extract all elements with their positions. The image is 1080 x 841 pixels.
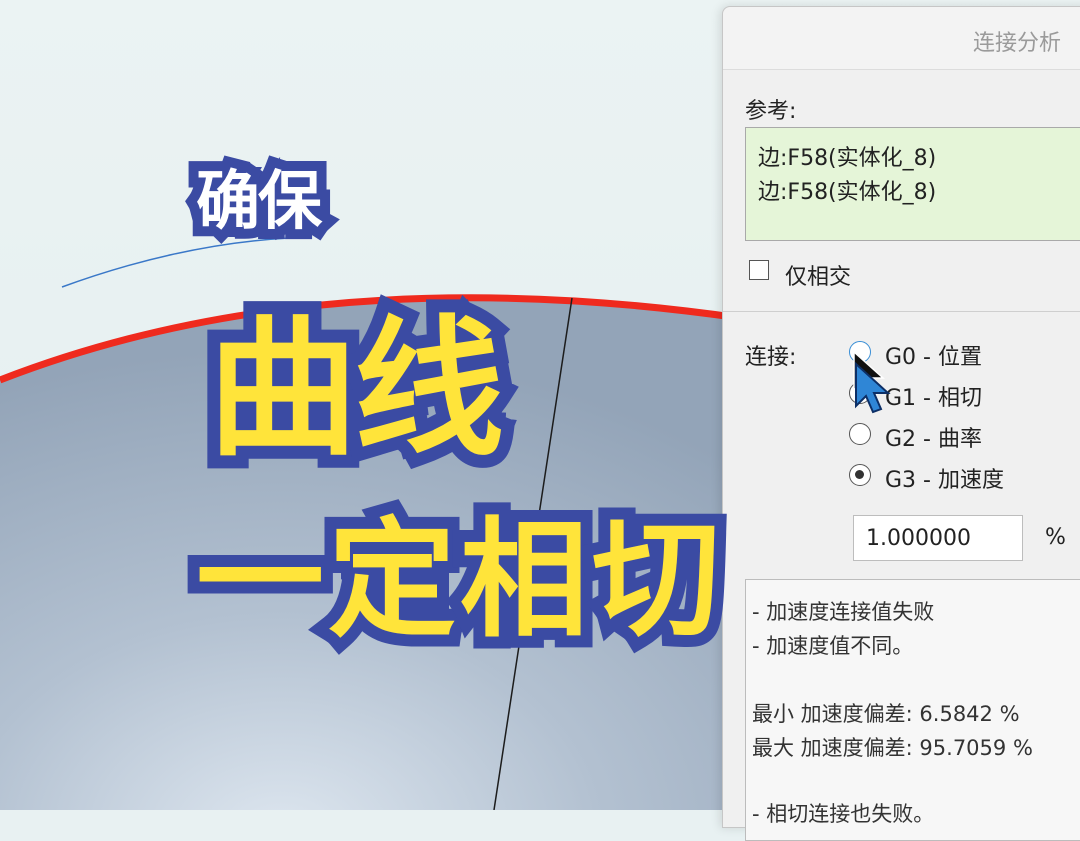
radio-selected-dot <box>855 470 864 479</box>
tolerance-input[interactable] <box>853 515 1023 561</box>
dialog-title: 连接分析 <box>973 31 1062 56</box>
reference-item[interactable]: 边:F58(实体化_8) <box>758 140 936 172</box>
radio-g0-label[interactable]: G0 - 位置 <box>885 339 982 371</box>
result-line: - 加速度值不同。 <box>752 634 914 658</box>
caption-bottom: 一定相切 <box>184 494 732 667</box>
intersect-only-checkbox[interactable] <box>749 260 769 280</box>
connection-analysis-dialog: 连接分析 参考: 边:F58(实体化_8) 边:F58(实体化_8) 仅相交 连… <box>722 6 1080 841</box>
radio-g2-label[interactable]: G2 - 曲率 <box>885 421 982 453</box>
radio-g2[interactable] <box>849 423 871 445</box>
result-line: - 相切连接也失败。 <box>752 802 935 826</box>
radio-g3[interactable] <box>849 464 871 486</box>
analysis-result-box: - 加速度连接值失败 - 加速度值不同。 最小 加速度偏差: 6.5842 % … <box>745 579 1080 841</box>
dialog-title-bar[interactable]: 连接分析 <box>723 7 1080 70</box>
tolerance-unit: % <box>1045 525 1066 550</box>
connection-label: 连接: <box>745 345 797 370</box>
section-divider <box>723 311 1080 312</box>
radio-g3-label[interactable]: G3 - 加速度 <box>885 462 1004 494</box>
caption-top: 确保 <box>186 155 332 249</box>
result-line: 最小 加速度偏差: 6.5842 % <box>752 702 1020 726</box>
result-line: 最大 加速度偏差: 95.7059 % <box>752 736 1033 760</box>
result-line: - 加速度连接值失败 <box>752 600 935 624</box>
reference-list[interactable]: 边:F58(实体化_8) 边:F58(实体化_8) <box>745 127 1080 241</box>
caption-middle: 曲线 <box>195 290 517 490</box>
intersect-only-label: 仅相交 <box>785 265 852 290</box>
mouse-cursor-icon <box>853 350 891 414</box>
radio-g1-label[interactable]: G1 - 相切 <box>885 380 982 412</box>
reference-label: 参考: <box>745 99 797 124</box>
reference-item[interactable]: 边:F58(实体化_8) <box>758 174 936 206</box>
